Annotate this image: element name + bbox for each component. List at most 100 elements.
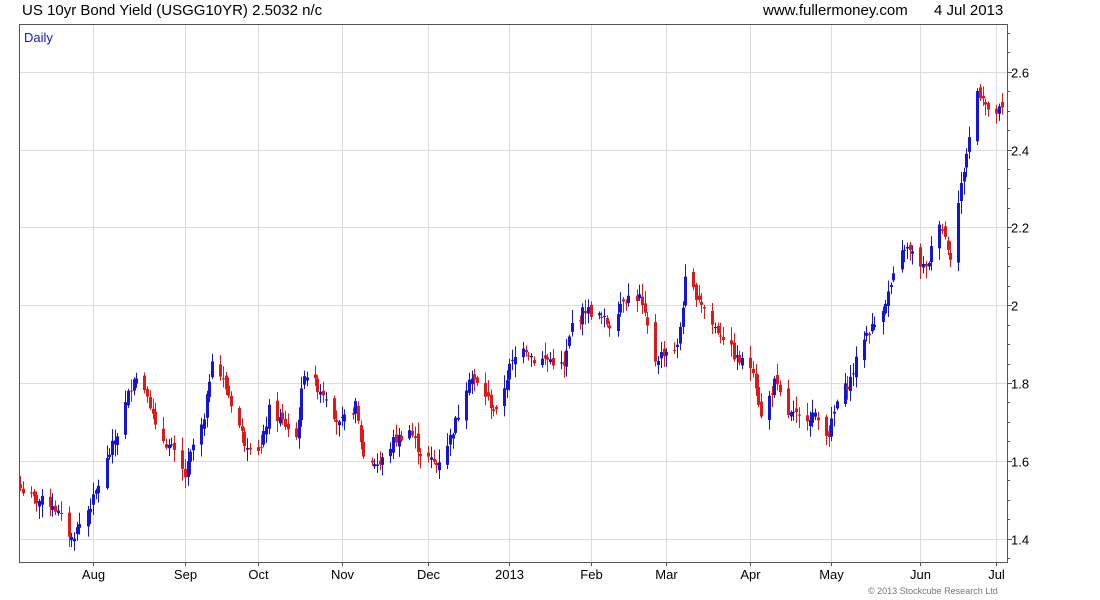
- candle: [454, 415, 457, 435]
- candle-body: [795, 408, 798, 412]
- candle: [238, 406, 241, 428]
- candle-body: [38, 500, 41, 507]
- candle-body: [863, 339, 866, 361]
- candle-body: [806, 415, 809, 422]
- candle-body: [227, 385, 230, 396]
- candle-body: [376, 464, 379, 466]
- candle-body: [484, 382, 487, 397]
- candle-body: [389, 448, 392, 457]
- candle-body: [146, 388, 149, 397]
- candle-body: [203, 419, 206, 429]
- candle-body: [316, 378, 319, 393]
- candle-body: [533, 360, 536, 364]
- candle-body: [552, 357, 555, 366]
- candle-body: [162, 428, 165, 442]
- y-tick-label: 1.6: [1011, 455, 1029, 470]
- candle-body: [530, 355, 533, 358]
- candle-body: [963, 171, 966, 182]
- candle-body: [449, 434, 452, 445]
- candle-body: [454, 417, 457, 433]
- candle-body: [143, 375, 146, 391]
- candle-body: [97, 485, 100, 494]
- candle-body: [222, 378, 225, 380]
- candle-body: [265, 426, 268, 435]
- candle-body: [511, 359, 514, 361]
- candle-body: [303, 376, 306, 385]
- candle-body: [241, 426, 244, 431]
- candle-body: [890, 285, 893, 287]
- candle-body: [135, 378, 138, 384]
- candle-body: [682, 307, 685, 327]
- y-tick-label: 2.4: [1011, 144, 1029, 159]
- candle: [333, 395, 336, 422]
- x-tick-label: Mar: [655, 567, 678, 582]
- candle-body: [757, 387, 760, 405]
- candle-body: [362, 441, 365, 457]
- candle-body: [627, 295, 630, 304]
- candle-body: [909, 244, 912, 251]
- candle-body: [503, 388, 506, 406]
- candle-body: [1001, 101, 1004, 108]
- candle-body: [192, 444, 195, 451]
- candle-body: [495, 406, 498, 410]
- candle-body: [452, 434, 455, 439]
- candle-body: [947, 240, 950, 250]
- x-tick-label: Sep: [174, 567, 197, 582]
- candle-body: [343, 414, 346, 422]
- candle-body: [600, 316, 603, 318]
- candle-body: [200, 424, 203, 445]
- candle-body: [760, 401, 763, 417]
- candle-body: [884, 303, 887, 314]
- candle-body: [325, 399, 328, 401]
- candle-body: [752, 368, 755, 374]
- candle-body: [719, 335, 722, 337]
- candle-body: [976, 91, 979, 142]
- candle-body: [925, 263, 928, 267]
- candle-body: [149, 396, 152, 409]
- candle-body: [108, 454, 111, 458]
- candle-body: [300, 388, 303, 421]
- candlestick-chart: 1.4 1.6 1.8 2 2.2 2.4 2.6 Aug Sep Oct Nov Dec 2013 F…: [19, 24, 1029, 582]
- candle-body: [70, 536, 73, 541]
- candle-body: [60, 512, 63, 514]
- candle-body: [928, 263, 931, 267]
- candle-body: [749, 357, 752, 369]
- candle-body: [792, 411, 795, 413]
- candle-body: [249, 447, 252, 450]
- candle-body: [473, 374, 476, 380]
- candle-body: [243, 431, 246, 446]
- candle-body: [30, 492, 33, 494]
- candle-body: [189, 451, 192, 462]
- candle-body: [187, 461, 190, 477]
- candle-body: [525, 349, 528, 353]
- candle-body: [606, 318, 609, 325]
- candle-body: [665, 352, 668, 356]
- candle: [773, 376, 776, 398]
- candle-body: [811, 412, 814, 423]
- candle-body: [170, 444, 173, 446]
- candle-body: [260, 447, 263, 449]
- candle-body: [427, 452, 430, 457]
- candle-body: [598, 313, 601, 316]
- candle-body: [51, 506, 54, 510]
- plot-area: [19, 24, 1008, 563]
- candle: [127, 388, 130, 408]
- candle-body: [522, 348, 525, 358]
- candle-body: [703, 307, 706, 309]
- candle-body: [527, 355, 530, 357]
- candle-body: [852, 373, 855, 375]
- candle-body: [165, 444, 168, 448]
- candle-body: [268, 404, 271, 429]
- candle-body: [714, 327, 717, 329]
- candle-body: [546, 357, 549, 360]
- candle-body: [111, 440, 114, 456]
- candle-body: [76, 527, 79, 535]
- candle-body: [941, 229, 944, 231]
- candle-body: [787, 388, 790, 416]
- candle-body: [508, 363, 511, 380]
- candle-body: [855, 356, 858, 378]
- candle-body: [646, 317, 649, 326]
- candle-body: [698, 295, 701, 300]
- candle-body: [779, 384, 782, 393]
- candle-body: [78, 524, 81, 528]
